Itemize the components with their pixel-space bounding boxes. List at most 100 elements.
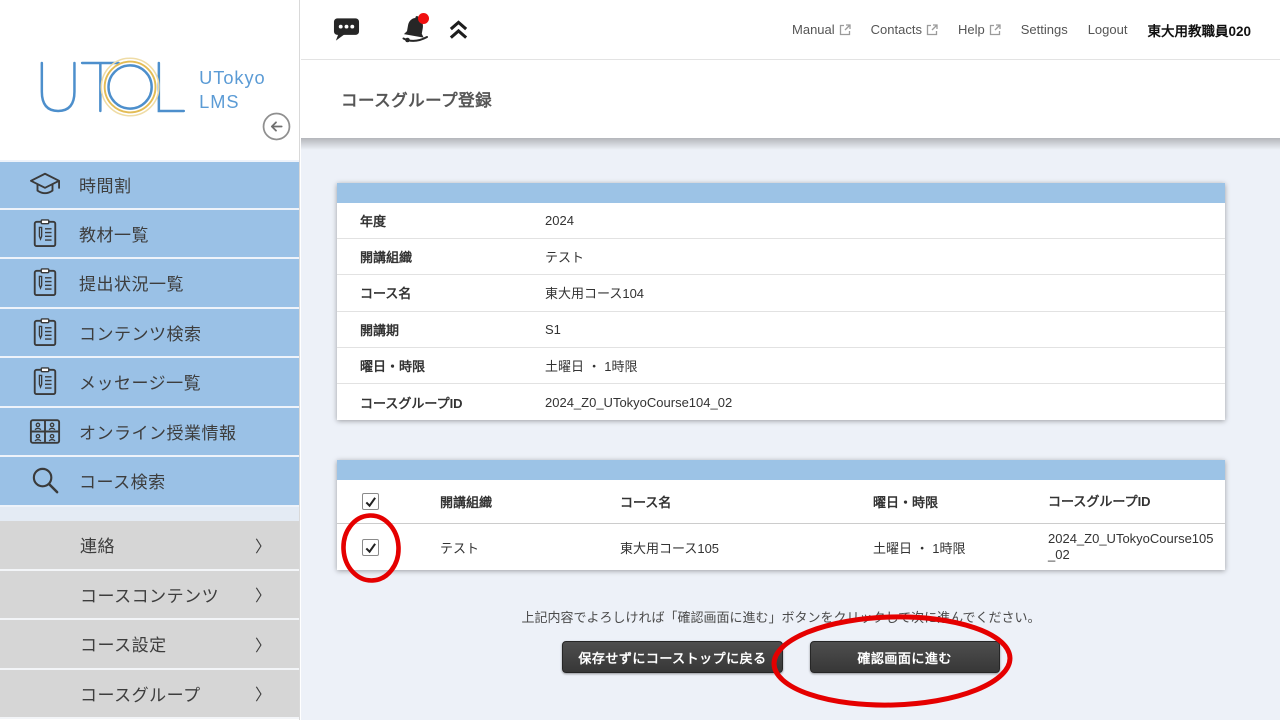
selection-table-row: テスト 東大用コース105 土曜日 ・ 1時限 2024_Z0_UTokyoCo… [337,524,1225,570]
sidebar-item-label: 提出状況一覧 [79,270,184,295]
sidebar-item-contact[interactable]: 連絡 〉 [0,521,299,571]
logout-link[interactable]: Logout [1088,22,1128,37]
sidebar-secondary-menu: 連絡 〉 コースコンテンツ 〉 コース設定 〉 コースグループ 〉 [0,521,299,719]
instruction-text: 上記内容でよろしければ「確認画面に進む」ボタンをクリックして次に進んでください。 [337,607,1225,626]
settings-link-label: Settings [1021,22,1068,37]
row-value: テスト [545,247,584,266]
help-link[interactable]: Help [958,22,1001,37]
row-value: S1 [545,322,561,337]
logout-link-label: Logout [1088,22,1128,37]
cell-group-id: 2024_Z0_UTokyoCourse105_02 [1011,531,1225,564]
row-label: コースグループID [337,393,545,412]
sidebar-item-label: メッセージ一覧 [79,369,201,394]
clipboard-icon [27,317,63,348]
sidebar-item-course-settings[interactable]: コース設定 〉 [0,620,299,670]
chevron-right-icon: 〉 [255,582,271,606]
utol-app: UTokyo LMS 時間割 [0,0,1280,720]
table-accent-bar [337,183,1225,203]
back-to-course-top-button[interactable]: 保存せずにコーストップに戻る [562,641,782,673]
checkmark-icon [364,541,377,554]
logo-subtitle-1: UTokyo [199,68,266,88]
sidebar-item-label: コースコンテンツ [80,582,219,607]
cell-org: テスト [403,538,583,557]
cell-schedule: 土曜日 ・ 1時限 [836,538,1011,557]
selection-row-checkbox[interactable] [362,539,379,556]
row-label: 曜日・時限 [337,356,545,375]
sidebar-item-timetable[interactable]: 時間割 [0,160,299,210]
sidebar: UTokyo LMS 時間割 [0,0,300,720]
cell-course: 東大用コース105 [583,538,836,557]
sidebar-item-content-search[interactable]: コンテンツ検索 [0,309,299,359]
sidebar-item-online-class-info[interactable]: オンライン授業情報 [0,408,299,458]
manual-link-label: Manual [792,22,835,37]
sidebar-item-label: 連絡 [80,532,115,557]
confirm-button[interactable]: 確認画面に進む [810,641,1000,673]
row-value: 2024_Z0_UTokyoCourse104_02 [545,395,732,410]
sidebar-item-course-group[interactable]: コースグループ 〉 [0,670,299,720]
table-row: コースグループID 2024_Z0_UTokyoCourse104_02 [337,384,1225,420]
manual-link[interactable]: Manual [792,22,851,37]
row-value: 東大用コース104 [545,283,644,302]
table-row: 年度 2024 [337,203,1225,239]
contacts-link[interactable]: Contacts [871,22,938,37]
sidebar-item-label: 時間割 [79,172,132,197]
sidebar-item-message-list[interactable]: メッセージ一覧 [0,358,299,408]
search-icon [27,465,63,496]
logo-subtitle-2: LMS [199,92,239,112]
chevron-right-icon: 〉 [255,533,271,557]
logo-area: UTokyo LMS [0,0,299,160]
topbar-links: Manual Contacts Help [792,20,1251,40]
graduation-cap-icon [27,170,63,200]
clipboard-icon [27,366,63,397]
arrow-left-circle-icon [262,112,291,141]
column-header-group-id: コースグループID [1011,494,1225,510]
chevron-right-icon: 〉 [255,681,271,705]
select-all-checkbox[interactable] [362,493,379,510]
selection-table-header-row: 開講組織 コース名 曜日・時限 コースグループID [337,480,1225,524]
sidebar-collapse-button[interactable] [261,112,291,142]
bell-icon[interactable] [400,13,430,46]
sidebar-section-divider [0,507,299,522]
sidebar-item-label: コース検索 [79,468,166,493]
row-label: 年度 [337,211,545,230]
action-buttons: 保存せずにコーストップに戻る 確認画面に進む [337,641,1225,673]
external-link-icon [926,24,938,36]
clipboard-icon [27,218,63,249]
sidebar-item-course-search[interactable]: コース検索 [0,457,299,507]
main-area: Manual Contacts Help [301,0,1280,720]
page-title-bar: コースグループ登録 [301,60,1280,138]
course-info-table: 年度 2024 開講組織 テスト コース名 東大用コース104 開講期 S1 曜… [337,183,1225,420]
sidebar-item-label: オンライン授業情報 [79,419,237,444]
sidebar-item-label: 教材一覧 [79,221,149,246]
chevron-right-icon: 〉 [255,632,271,656]
row-label: コース名 [337,283,545,302]
checkmark-icon [364,495,377,508]
external-link-icon [839,24,851,36]
course-selection-table: 開講組織 コース名 曜日・時限 コースグループID テスト 東大用コース1 [337,460,1225,570]
table-row: 開講組織 テスト [337,239,1225,275]
chat-icon[interactable] [333,17,360,43]
video-grid-icon [27,417,63,446]
contacts-link-label: Contacts [871,22,922,37]
sidebar-item-label: コース設定 [80,631,167,656]
clipboard-icon [27,267,63,298]
sidebar-item-label: コンテンツ検索 [79,320,202,345]
column-header-course: コース名 [583,492,836,511]
collapse-up-icon[interactable] [448,20,469,40]
help-link-label: Help [958,22,985,37]
sidebar-item-materials[interactable]: 教材一覧 [0,210,299,260]
table-accent-bar [337,460,1225,480]
table-row: 開講期 S1 [337,312,1225,348]
table-row: 曜日・時限 土曜日 ・ 1時限 [337,348,1225,384]
row-label: 開講期 [337,320,545,339]
settings-link[interactable]: Settings [1021,22,1068,37]
username: 東大用教職員020 [1147,20,1251,40]
sidebar-item-course-contents[interactable]: コースコンテンツ 〉 [0,571,299,621]
row-value: 2024 [545,213,574,228]
page-title: コースグループ登録 [341,87,492,111]
column-header-schedule: 曜日・時限 [836,492,1011,511]
sidebar-item-submission-status[interactable]: 提出状況一覧 [0,259,299,309]
sidebar-primary-menu: 時間割 教材一覧 [0,160,299,507]
table-row: コース名 東大用コース104 [337,275,1225,311]
notification-dot [418,13,429,24]
